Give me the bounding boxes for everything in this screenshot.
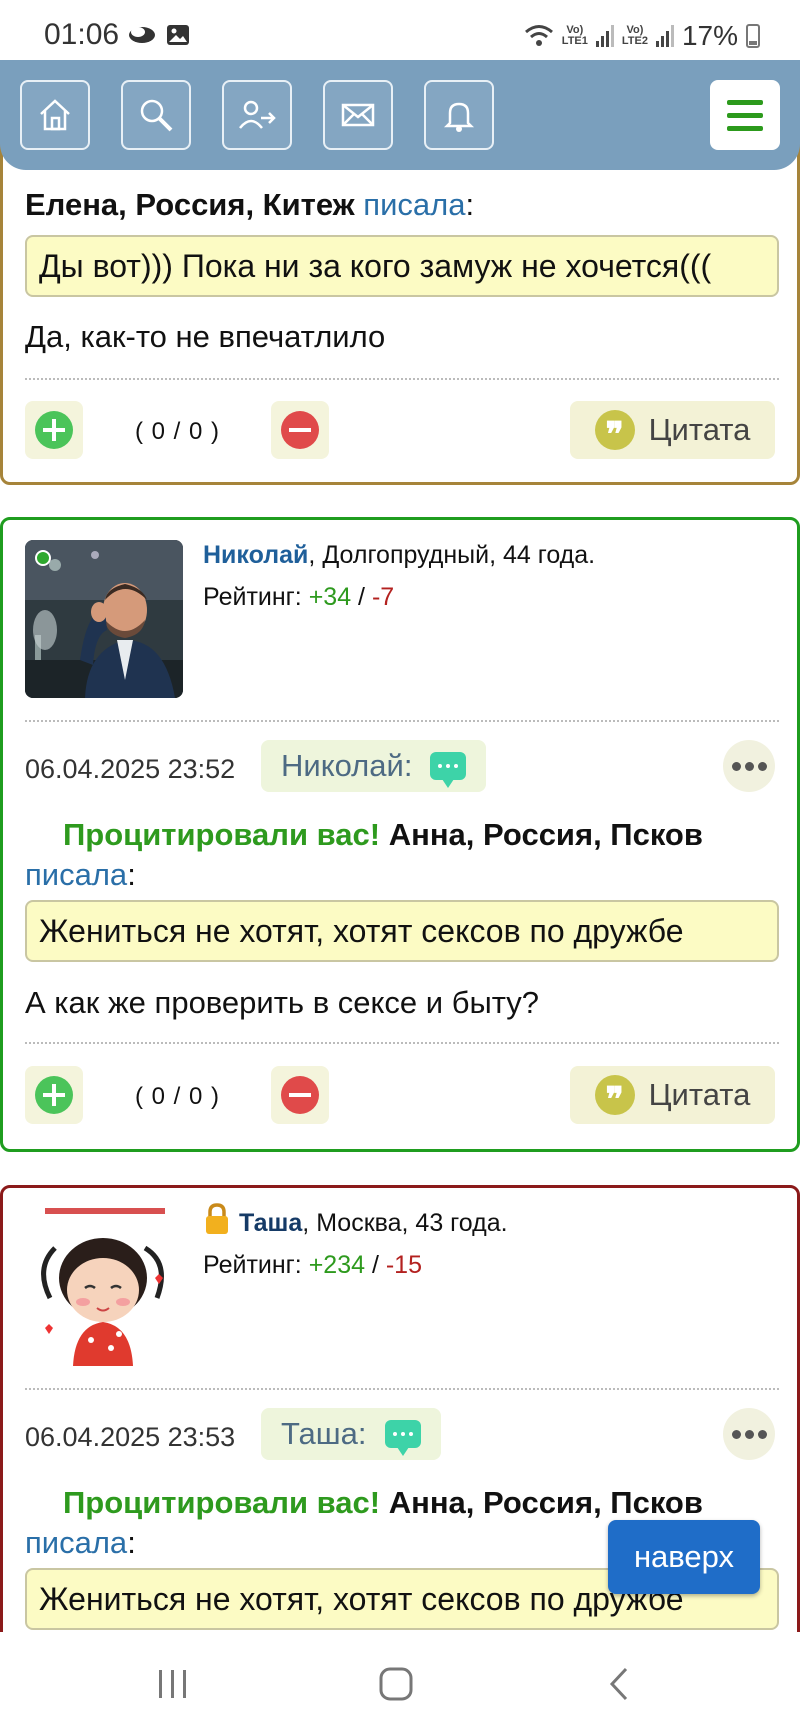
post-date: 06.04.2025 23:52 bbox=[25, 754, 236, 784]
avatar[interactable] bbox=[25, 1208, 183, 1366]
rating-positive: +34 bbox=[308, 583, 352, 611]
network-lte1: Vo) LTE1 bbox=[561, 24, 588, 47]
vote-up-button[interactable] bbox=[25, 1066, 83, 1124]
divider bbox=[25, 378, 779, 380]
mail-button[interactable] bbox=[323, 80, 393, 150]
quote-icon: ❞ bbox=[594, 1075, 635, 1120]
vote-down-button[interactable] bbox=[271, 401, 329, 459]
user-info: Таша, Москва, 43 года. Рейтинг: +234 / -… bbox=[203, 1202, 508, 1286]
home-nav-button[interactable] bbox=[378, 1666, 414, 1702]
minus-icon bbox=[281, 411, 319, 449]
cited-notice: Процитировали вас! bbox=[63, 1485, 381, 1520]
mail-icon bbox=[341, 103, 375, 127]
lock-icon bbox=[206, 1203, 228, 1234]
battery-percent: 17% bbox=[681, 20, 738, 51]
notifications-button[interactable] bbox=[424, 80, 494, 150]
rating-negative: -7 bbox=[371, 583, 395, 611]
chat-bubble-icon bbox=[430, 752, 467, 788]
plus-icon bbox=[35, 411, 73, 449]
message-text: Да, как-то не впечатлило bbox=[25, 319, 386, 354]
reply-label: Николай: bbox=[281, 748, 413, 783]
post-card: Николай, Долгопрудный, 44 года. Рейтинг:… bbox=[0, 517, 800, 1152]
minus-icon bbox=[281, 1076, 319, 1114]
rating-negative: -15 bbox=[385, 1251, 422, 1279]
network-lte2: Vo) LTE2 bbox=[621, 24, 648, 47]
cite-button[interactable]: ❞ Цитата bbox=[570, 401, 775, 459]
vote-up-button[interactable] bbox=[25, 401, 83, 459]
quote-author-link[interactable]: писала bbox=[25, 1525, 127, 1560]
home-button[interactable] bbox=[20, 80, 90, 150]
online-indicator bbox=[35, 550, 51, 566]
quote-author: Анна, Россия, Псков bbox=[388, 1485, 703, 1520]
recent-apps-button[interactable] bbox=[155, 1666, 191, 1702]
quote-header: Елена, Россия, Китеж писала: bbox=[25, 187, 475, 222]
user-details: , Долгопрудный, 44 года. bbox=[308, 541, 596, 569]
vote-count: ( 0 / 0 ) bbox=[135, 1083, 221, 1110]
bell-icon bbox=[443, 102, 475, 132]
signal-bars-1 bbox=[595, 25, 614, 47]
quote-box: Ды вот))) Пока ни за кого замуж не хочет… bbox=[25, 235, 779, 297]
divider bbox=[25, 1388, 779, 1390]
ellipsis-icon bbox=[731, 1429, 741, 1439]
vote-down-button[interactable] bbox=[271, 1066, 329, 1124]
user-info: Николай, Долгопрудный, 44 года. Рейтинг:… bbox=[203, 534, 595, 618]
cite-label: Цитата bbox=[648, 1077, 751, 1112]
cloud-icon bbox=[129, 27, 155, 43]
user-details: , Москва, 43 года. bbox=[302, 1209, 508, 1237]
logout-icon bbox=[239, 100, 276, 129]
home-icon bbox=[40, 99, 70, 131]
ellipsis-icon bbox=[731, 761, 741, 771]
system-navigation-bar bbox=[0, 1632, 800, 1733]
top-navigation bbox=[0, 60, 800, 170]
plus-icon bbox=[35, 1076, 73, 1114]
quote-author: Анна, Россия, Псков bbox=[388, 817, 703, 852]
quote-author-link[interactable]: писала bbox=[25, 857, 127, 892]
avatar-photo bbox=[25, 540, 183, 698]
username-link[interactable]: Таша bbox=[239, 1209, 302, 1237]
logout-button[interactable] bbox=[222, 80, 292, 150]
quote-author-link[interactable]: писала bbox=[363, 187, 465, 222]
user-rating: Рейтинг: +234 / -15 bbox=[203, 1251, 422, 1279]
cited-notice: Процитировали вас! bbox=[63, 817, 381, 852]
wifi-icon bbox=[524, 25, 553, 46]
more-options-button[interactable] bbox=[723, 1408, 775, 1460]
username-link[interactable]: Николай bbox=[203, 541, 308, 569]
avatar[interactable] bbox=[25, 540, 183, 698]
quote-author: Елена, Россия, Китеж bbox=[25, 187, 355, 222]
signal-bars-2 bbox=[655, 25, 674, 47]
avatar-image bbox=[25, 1208, 183, 1366]
menu-icon bbox=[727, 99, 763, 105]
reply-label: Таша: bbox=[281, 1416, 367, 1451]
search-button[interactable] bbox=[121, 80, 191, 150]
message-text: А как же проверить в сексе и быту? bbox=[25, 985, 540, 1020]
quote-icon: ❞ bbox=[594, 410, 635, 455]
divider bbox=[25, 1042, 779, 1044]
cited-header: Процитировали вас! Анна, Россия, Псков п… bbox=[25, 817, 703, 892]
scroll-to-top-button[interactable]: наверх bbox=[608, 1520, 760, 1594]
menu-button[interactable] bbox=[710, 80, 780, 150]
status-time: 01:06 bbox=[44, 18, 120, 51]
back-button[interactable] bbox=[606, 1666, 636, 1702]
image-icon bbox=[167, 25, 189, 45]
reply-to-user-button[interactable]: Николай: bbox=[261, 740, 487, 792]
post-date: 06.04.2025 23:53 bbox=[25, 1422, 236, 1452]
user-rating: Рейтинг: +34 / -7 bbox=[203, 583, 395, 611]
search-icon bbox=[140, 99, 173, 132]
more-options-button[interactable] bbox=[723, 740, 775, 792]
chat-bubble-icon bbox=[384, 1420, 421, 1456]
vote-count: ( 0 / 0 ) bbox=[135, 418, 221, 445]
reply-to-user-button[interactable]: Таша: bbox=[261, 1408, 441, 1460]
divider bbox=[25, 720, 779, 722]
status-bar: 01:06 Vo) LTE1 Vo) LTE2 17% bbox=[0, 0, 800, 60]
cite-label: Цитата bbox=[648, 412, 751, 447]
cite-button[interactable]: ❞ Цитата bbox=[570, 1066, 775, 1124]
battery-icon bbox=[746, 24, 760, 48]
rating-positive: +234 bbox=[308, 1251, 365, 1279]
post-card: Елена, Россия, Китеж писала: Ды вот))) П… bbox=[0, 120, 800, 485]
quote-box: Жениться не хотят, хотят сексов по дружб… bbox=[25, 900, 779, 962]
